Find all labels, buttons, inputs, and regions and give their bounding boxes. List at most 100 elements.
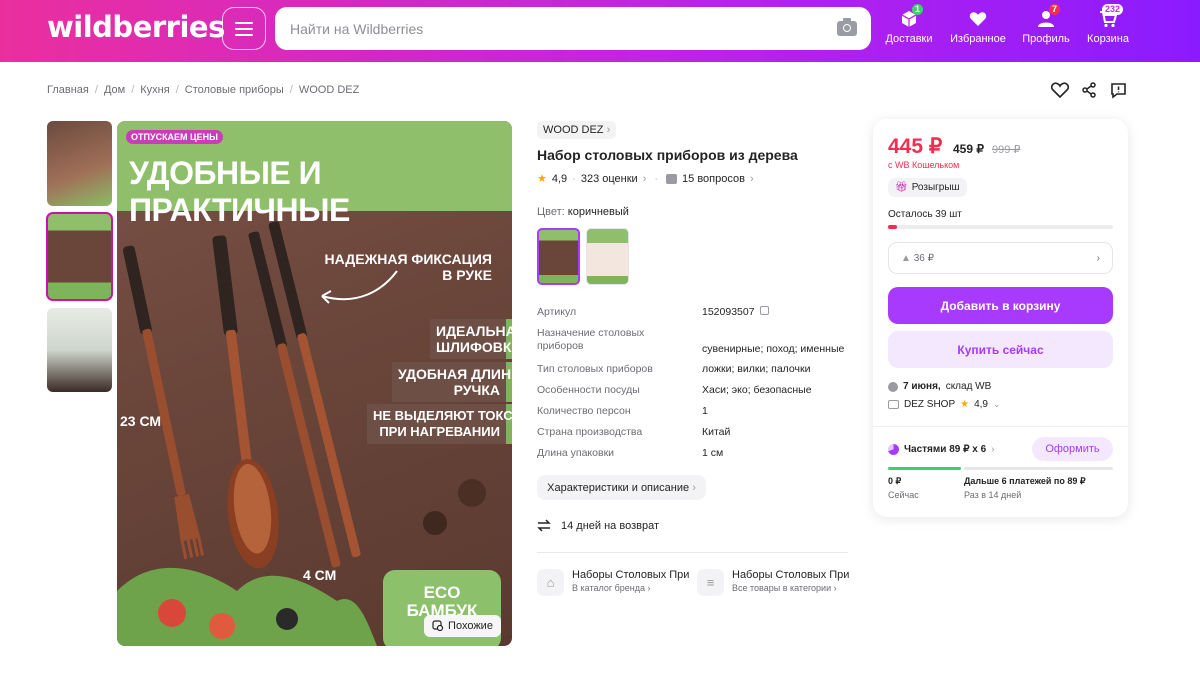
add-to-cart-button[interactable]: Добавить в корзину — [888, 287, 1113, 324]
nav-deliveries[interactable]: 1 Доставки — [884, 4, 934, 45]
nav-cart[interactable]: 232 Корзина — [1083, 4, 1133, 45]
breadcrumb: Главная / Дом / Кухня / Столовые приборы / W… — [47, 84, 360, 96]
favorite-heart-icon[interactable] — [1051, 82, 1069, 98]
brand-name: WOOD DEZ — [543, 124, 604, 136]
delivery-info: 7 июня, склад WB — [888, 381, 991, 392]
seller-info[interactable]: DEZ SHOP ★ 4,9 ⌄ — [888, 399, 1001, 410]
spec-row: Особенности посуды Хаси; эко; безопасные — [537, 384, 852, 405]
breadcrumb-item[interactable]: WOOD DEZ — [299, 84, 360, 96]
color-option-brown[interactable] — [537, 228, 580, 285]
gallery-thumbnail-1[interactable] — [47, 121, 112, 206]
brand-catalog-link[interactable]: ⌂ Наборы Столовых Приборов В каталог брен… — [537, 569, 690, 596]
tag-icon: ⌂ — [537, 569, 564, 596]
dimension-length: 23 СМ — [120, 413, 162, 429]
brand-link[interactable]: WOOD DEZ › — [537, 121, 617, 139]
return-policy: 14 дней на возврат — [537, 519, 659, 532]
spec-row: Назначение столовых приборов сувенирные; … — [537, 327, 852, 363]
nav-profile[interactable]: 7 Профиль — [1021, 4, 1071, 45]
wallet-price: 445 ₽ — [888, 135, 943, 158]
installment-progress-rest — [964, 467, 1113, 470]
feature-label-2: УДОБНАЯ ДЛИННАЯ РУЧКА — [398, 366, 512, 398]
discount-hint-button[interactable]: ▲ 36 ₽ › — [888, 242, 1113, 274]
spec-key: Тип столовых приборов — [537, 363, 653, 375]
breadcrumb-item[interactable]: Дом — [104, 84, 125, 96]
similar-label: Похожие — [448, 620, 493, 632]
breadcrumb-item[interactable]: Кухня — [140, 84, 169, 96]
installments-info[interactable]: Частями 89 ₽ х 6 › — [888, 444, 995, 455]
menu-button[interactable] — [222, 7, 266, 50]
return-arrows-icon — [537, 519, 551, 532]
seller-rating: 4,9 — [974, 399, 988, 410]
delivery-date: 7 июня, — [903, 381, 941, 392]
spec-row: Тип столовых приборов ложки; вилки; палоч… — [537, 363, 852, 384]
pay-now-amount: 0 ₽ — [888, 476, 902, 486]
wildberries-logo[interactable]: wildberries — [47, 10, 225, 44]
copy-icon[interactable] — [760, 306, 770, 315]
profile-badge: 7 — [1049, 4, 1061, 15]
raffle-badge[interactable]: 🎁︎ Розыгрыш — [888, 178, 967, 197]
cart-badge: 232 — [1102, 4, 1124, 15]
gallery-thumbnail-3[interactable] — [47, 308, 112, 392]
spec-row: Длина упаковки 1 см — [537, 447, 852, 468]
location-icon — [888, 381, 898, 392]
product-title: Набор столовых приборов из дерева — [537, 147, 798, 163]
spec-key: Артикул — [537, 306, 577, 318]
spec-key: Страна производства — [537, 426, 643, 438]
header: wildberries Найти на Wildberries 1 Доста… — [0, 0, 1200, 62]
divider — [537, 552, 848, 553]
share-icon[interactable] — [1081, 82, 1097, 98]
breadcrumb-item[interactable]: Главная — [47, 84, 89, 96]
specs-table: Артикул 152093507 Назначение столовых при… — [537, 306, 852, 468]
gallery-thumbnail-2[interactable] — [46, 212, 113, 301]
image-search-icon — [432, 620, 444, 632]
shop-icon — [888, 400, 899, 409]
color-value: коричневый — [567, 206, 629, 218]
regular-price: 459 ₽ — [953, 142, 984, 156]
nav-label: Избранное — [950, 33, 1006, 45]
buy-now-button[interactable]: Купить сейчас — [888, 331, 1113, 368]
installments-apply-button[interactable]: Оформить — [1032, 437, 1113, 461]
layers-icon: ≡ — [697, 569, 724, 596]
feature-label-3: НЕ ВЫДЕЛЯЮТ ТОКСИНЫ ПРИ НАГРЕВАНИИ — [373, 408, 512, 439]
nav-label: Доставки — [885, 33, 933, 45]
spec-value: Китай — [702, 426, 731, 438]
installments-label: Частями 89 ₽ х 6 — [904, 444, 987, 455]
feature-box-3: НЕ ВЫДЕЛЯЮТ ТОКСИНЫ ПРИ НАГРЕВАНИИ — [367, 404, 512, 444]
reviews-link[interactable]: 323 оценки — [581, 173, 638, 185]
spec-key: Количество персон — [537, 405, 631, 417]
spec-key: Длина упаковки — [537, 447, 615, 459]
main-product-image[interactable]: ОТПУСКАЕМ ЦЕНЫ УДОБНЫЕ И ПРАКТИЧНЫЕ НАДЕ… — [117, 121, 512, 646]
pay-now-label: Сейчас — [888, 490, 919, 500]
question-icon — [666, 173, 678, 184]
pay-later-amount: Дальше 6 платежей по 89 ₽ — [964, 476, 1086, 486]
spec-value: ложки; вилки; палочки — [702, 363, 811, 375]
spec-value: Хаси; эко; безопасные — [702, 384, 812, 396]
spec-row: Количество персон 1 — [537, 405, 852, 426]
spec-row: Артикул 152093507 — [537, 306, 852, 327]
old-price: 999 ₽ — [992, 144, 1021, 156]
camera-search-icon[interactable] — [837, 18, 857, 36]
category-link[interactable]: ≡ Наборы Столовых Приборов Все товары в к… — [697, 569, 850, 596]
color-option-2[interactable] — [586, 228, 629, 285]
spec-value: 1 см — [702, 447, 724, 459]
spec-value: 152093507 — [702, 306, 852, 319]
category-sub: В каталог бренда — [572, 583, 646, 593]
similar-button[interactable]: Похожие — [424, 615, 501, 637]
specs-description-button[interactable]: Характеристики и описание › — [537, 475, 706, 500]
stock-bar-fill — [888, 225, 897, 229]
feature-label-1: ИДЕАЛЬНАЯ ШЛИФОВКА — [436, 323, 512, 355]
nav-favorites[interactable]: Избранное — [949, 8, 1007, 45]
report-icon[interactable] — [1110, 82, 1127, 99]
deliveries-badge: 1 — [912, 4, 924, 15]
return-label: 14 дней на возврат — [561, 519, 659, 532]
wallet-note[interactable]: с WB Кошельком — [888, 160, 959, 170]
stock-left: Осталось 39 шт — [888, 209, 962, 220]
breadcrumb-item[interactable]: Столовые приборы — [185, 84, 284, 96]
heart-icon — [969, 12, 987, 26]
search-input[interactable]: Найти на Wildberries — [275, 7, 871, 50]
spec-value: 1 — [702, 405, 708, 417]
category-title: Наборы Столовых Приборов — [572, 569, 690, 581]
star-icon: ★ — [960, 399, 970, 410]
installment-progress-current — [888, 467, 961, 470]
questions-link[interactable]: 15 вопросов — [682, 173, 745, 185]
